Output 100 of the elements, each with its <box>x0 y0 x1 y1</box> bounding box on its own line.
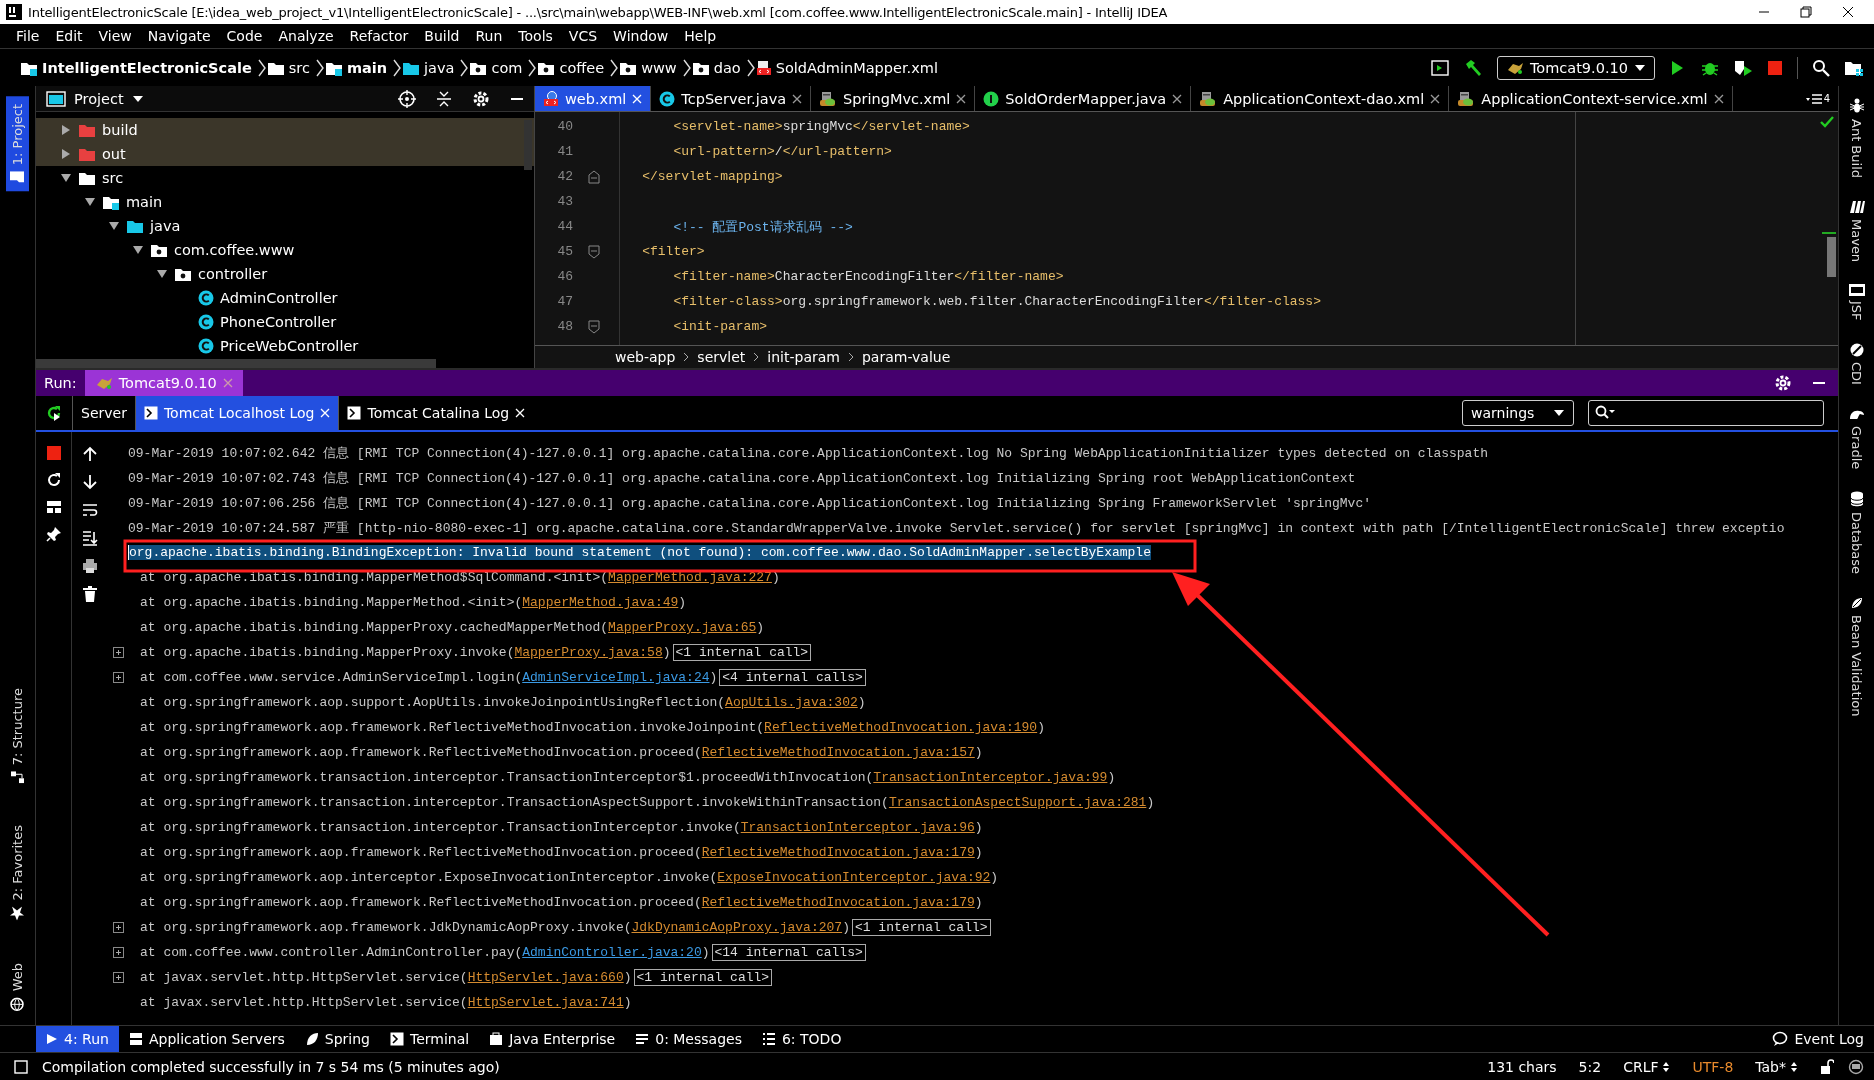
fold-icon[interactable] <box>588 169 600 184</box>
menu-item[interactable]: Edit <box>47 28 91 44</box>
tool-tab[interactable]: Tomcat Catalina Log <box>338 396 534 430</box>
source-link[interactable]: HttpServlet.java:660 <box>467 970 624 985</box>
tool-window-tab[interactable]: Web <box>6 954 29 1019</box>
status-item[interactable]: 131 chars <box>1487 1058 1557 1075</box>
tab-list-button[interactable]: 4 <box>1805 86 1838 111</box>
tool-window-tab[interactable]: 1: Project <box>6 96 29 192</box>
panel-title[interactable]: Project <box>74 90 124 107</box>
tool-window-tab[interactable]: Terminal <box>380 1026 480 1052</box>
scrollbar[interactable] <box>524 120 532 170</box>
source-link[interactable]: JdkDynamicAopProxy.java:207 <box>631 920 843 935</box>
expand-icon[interactable] <box>112 947 124 958</box>
breadcrumb[interactable]: src <box>288 59 310 76</box>
tree-arrow-icon[interactable] <box>85 197 95 207</box>
tree-arrow-icon[interactable] <box>61 149 71 159</box>
pin-icon[interactable] <box>45 526 62 542</box>
tool-window-tab[interactable]: Spring <box>294 1026 380 1052</box>
close-icon[interactable] <box>1430 93 1441 104</box>
tree-item[interactable]: com.coffee.www <box>174 242 295 258</box>
tool-window-tab[interactable]: Bean Validation <box>1845 591 1868 721</box>
menu-item[interactable]: Tools <box>510 28 561 44</box>
event-log-button[interactable]: Event Log <box>1762 1026 1874 1052</box>
breadcrumb[interactable]: dao <box>713 59 741 76</box>
settings-icon[interactable] <box>472 89 490 108</box>
tool-window-tab[interactable]: Java Enterprise <box>479 1026 626 1052</box>
tool-tab[interactable]: Tomcat Localhost Log <box>134 396 339 430</box>
menu-item[interactable]: Build <box>416 28 468 44</box>
editor-tab[interactable]: ApplicationContext-dao.xml <box>1191 86 1450 111</box>
folded-calls[interactable]: <14 internal calls> <box>711 944 866 961</box>
tree-item[interactable]: PhoneController <box>220 314 337 330</box>
up-arrow-icon[interactable] <box>83 446 97 462</box>
breadcrumb[interactable]: IntelligentElectronicScale <box>42 59 252 76</box>
status-item[interactable]: UTF-8 <box>1692 1058 1734 1075</box>
tool-tab[interactable]: Server <box>72 396 135 430</box>
editor-tab[interactable]: SoldOrderMapper.java <box>975 86 1192 111</box>
source-link[interactable]: TransactionInterceptor.java:99 <box>873 770 1108 785</box>
breadcrumb[interactable]: SoldAdminMapper.xml <box>775 59 938 76</box>
breadcrumb[interactable]: web-app <box>615 349 676 365</box>
menu-item[interactable]: Code <box>218 28 271 44</box>
run-tab[interactable]: Tomcat9.0.10 <box>84 370 243 396</box>
tool-window-tab[interactable]: Gradle <box>1844 402 1869 473</box>
tool-window-tab[interactable]: 7: Structure <box>6 679 29 792</box>
tree-item[interactable]: src <box>102 170 124 186</box>
source-link[interactable]: MapperMethod.java:49 <box>522 595 679 610</box>
filter-dropdown[interactable]: warnings <box>1462 400 1574 426</box>
source-link[interactable]: ExposeInvocationInterceptor.java:92 <box>717 870 991 885</box>
tool-window-tab[interactable]: CDI <box>1845 338 1868 389</box>
editor-tab[interactable]: ApplicationContext-service.xml <box>1449 86 1733 111</box>
breadcrumb[interactable]: servlet <box>697 349 746 365</box>
status-item[interactable]: 5:2 <box>1578 1058 1602 1075</box>
reload-icon[interactable] <box>45 472 62 488</box>
menu-item[interactable]: Analyze <box>270 28 342 44</box>
scrollbar[interactable] <box>36 359 436 368</box>
print-icon[interactable] <box>82 558 98 574</box>
source-link[interactable]: TransactionInterceptor.java:96 <box>740 820 975 835</box>
menu-item[interactable]: VCS <box>560 28 606 44</box>
expand-icon[interactable] <box>112 972 124 983</box>
tool-window-tab[interactable]: Ant Build <box>1845 94 1868 182</box>
close-icon[interactable] <box>1713 93 1724 104</box>
tree-arrow-icon[interactable] <box>109 221 119 231</box>
run-configuration-dropdown[interactable]: Tomcat9.0.10 <box>1496 55 1655 80</box>
expand-icon[interactable] <box>112 647 124 658</box>
tree-arrow-icon[interactable] <box>157 269 167 279</box>
tool-window-tab[interactable]: 2: Favorites <box>6 817 29 929</box>
rerun-icon[interactable] <box>45 404 63 422</box>
close-icon[interactable] <box>956 93 967 104</box>
menu-item[interactable]: Run <box>467 28 511 44</box>
menu-item[interactable]: Window <box>605 28 677 44</box>
status-item[interactable]: Tab* <box>1755 1058 1798 1075</box>
source-link[interactable]: HttpServlet.java:741 <box>467 995 624 1010</box>
soft-wrap-icon[interactable] <box>82 502 98 518</box>
tree-item[interactable]: java <box>150 218 181 234</box>
editor-tab[interactable]: web.xml <box>535 86 652 111</box>
folded-calls[interactable]: <1 internal call> <box>672 644 812 661</box>
source-link[interactable]: MapperProxy.java:58 <box>514 645 663 660</box>
source-link[interactable]: MapperProxy.java:65 <box>608 620 757 635</box>
tree-item[interactable]: PriceWebController <box>220 338 359 354</box>
tree-item[interactable]: AdminController <box>220 290 338 306</box>
stop-icon[interactable] <box>1767 59 1783 76</box>
source-link[interactable]: MapperMethod.java:227 <box>608 570 772 585</box>
source-link[interactable]: AdminServiceImpl.java:24 <box>522 670 710 685</box>
source-link[interactable]: TransactionAspectSupport.java:281 <box>888 795 1147 810</box>
breadcrumb[interactable]: param-value <box>861 349 951 365</box>
tree-item[interactable]: main <box>126 194 163 210</box>
folded-calls[interactable]: <4 internal calls> <box>719 669 866 686</box>
breadcrumb[interactable]: com <box>491 59 523 76</box>
tree-arrow-icon[interactable] <box>61 173 71 183</box>
fold-icon[interactable] <box>588 244 600 259</box>
settings-icon[interactable] <box>1774 374 1792 392</box>
source-link[interactable]: ReflectiveMethodInvocation.java:179 <box>701 845 975 860</box>
lock-icon[interactable] <box>1820 1058 1834 1075</box>
restore-icon[interactable] <box>1800 6 1812 18</box>
expand-icon[interactable] <box>112 672 124 683</box>
close-icon[interactable] <box>792 93 803 104</box>
source-link[interactable]: ReflectiveMethodInvocation.java:179 <box>701 895 975 910</box>
coverage-icon[interactable] <box>1733 58 1753 77</box>
folded-calls[interactable]: <1 internal call> <box>851 919 991 936</box>
tool-window-tab[interactable]: 0: Messages <box>625 1026 752 1052</box>
search-field[interactable] <box>1588 400 1824 426</box>
